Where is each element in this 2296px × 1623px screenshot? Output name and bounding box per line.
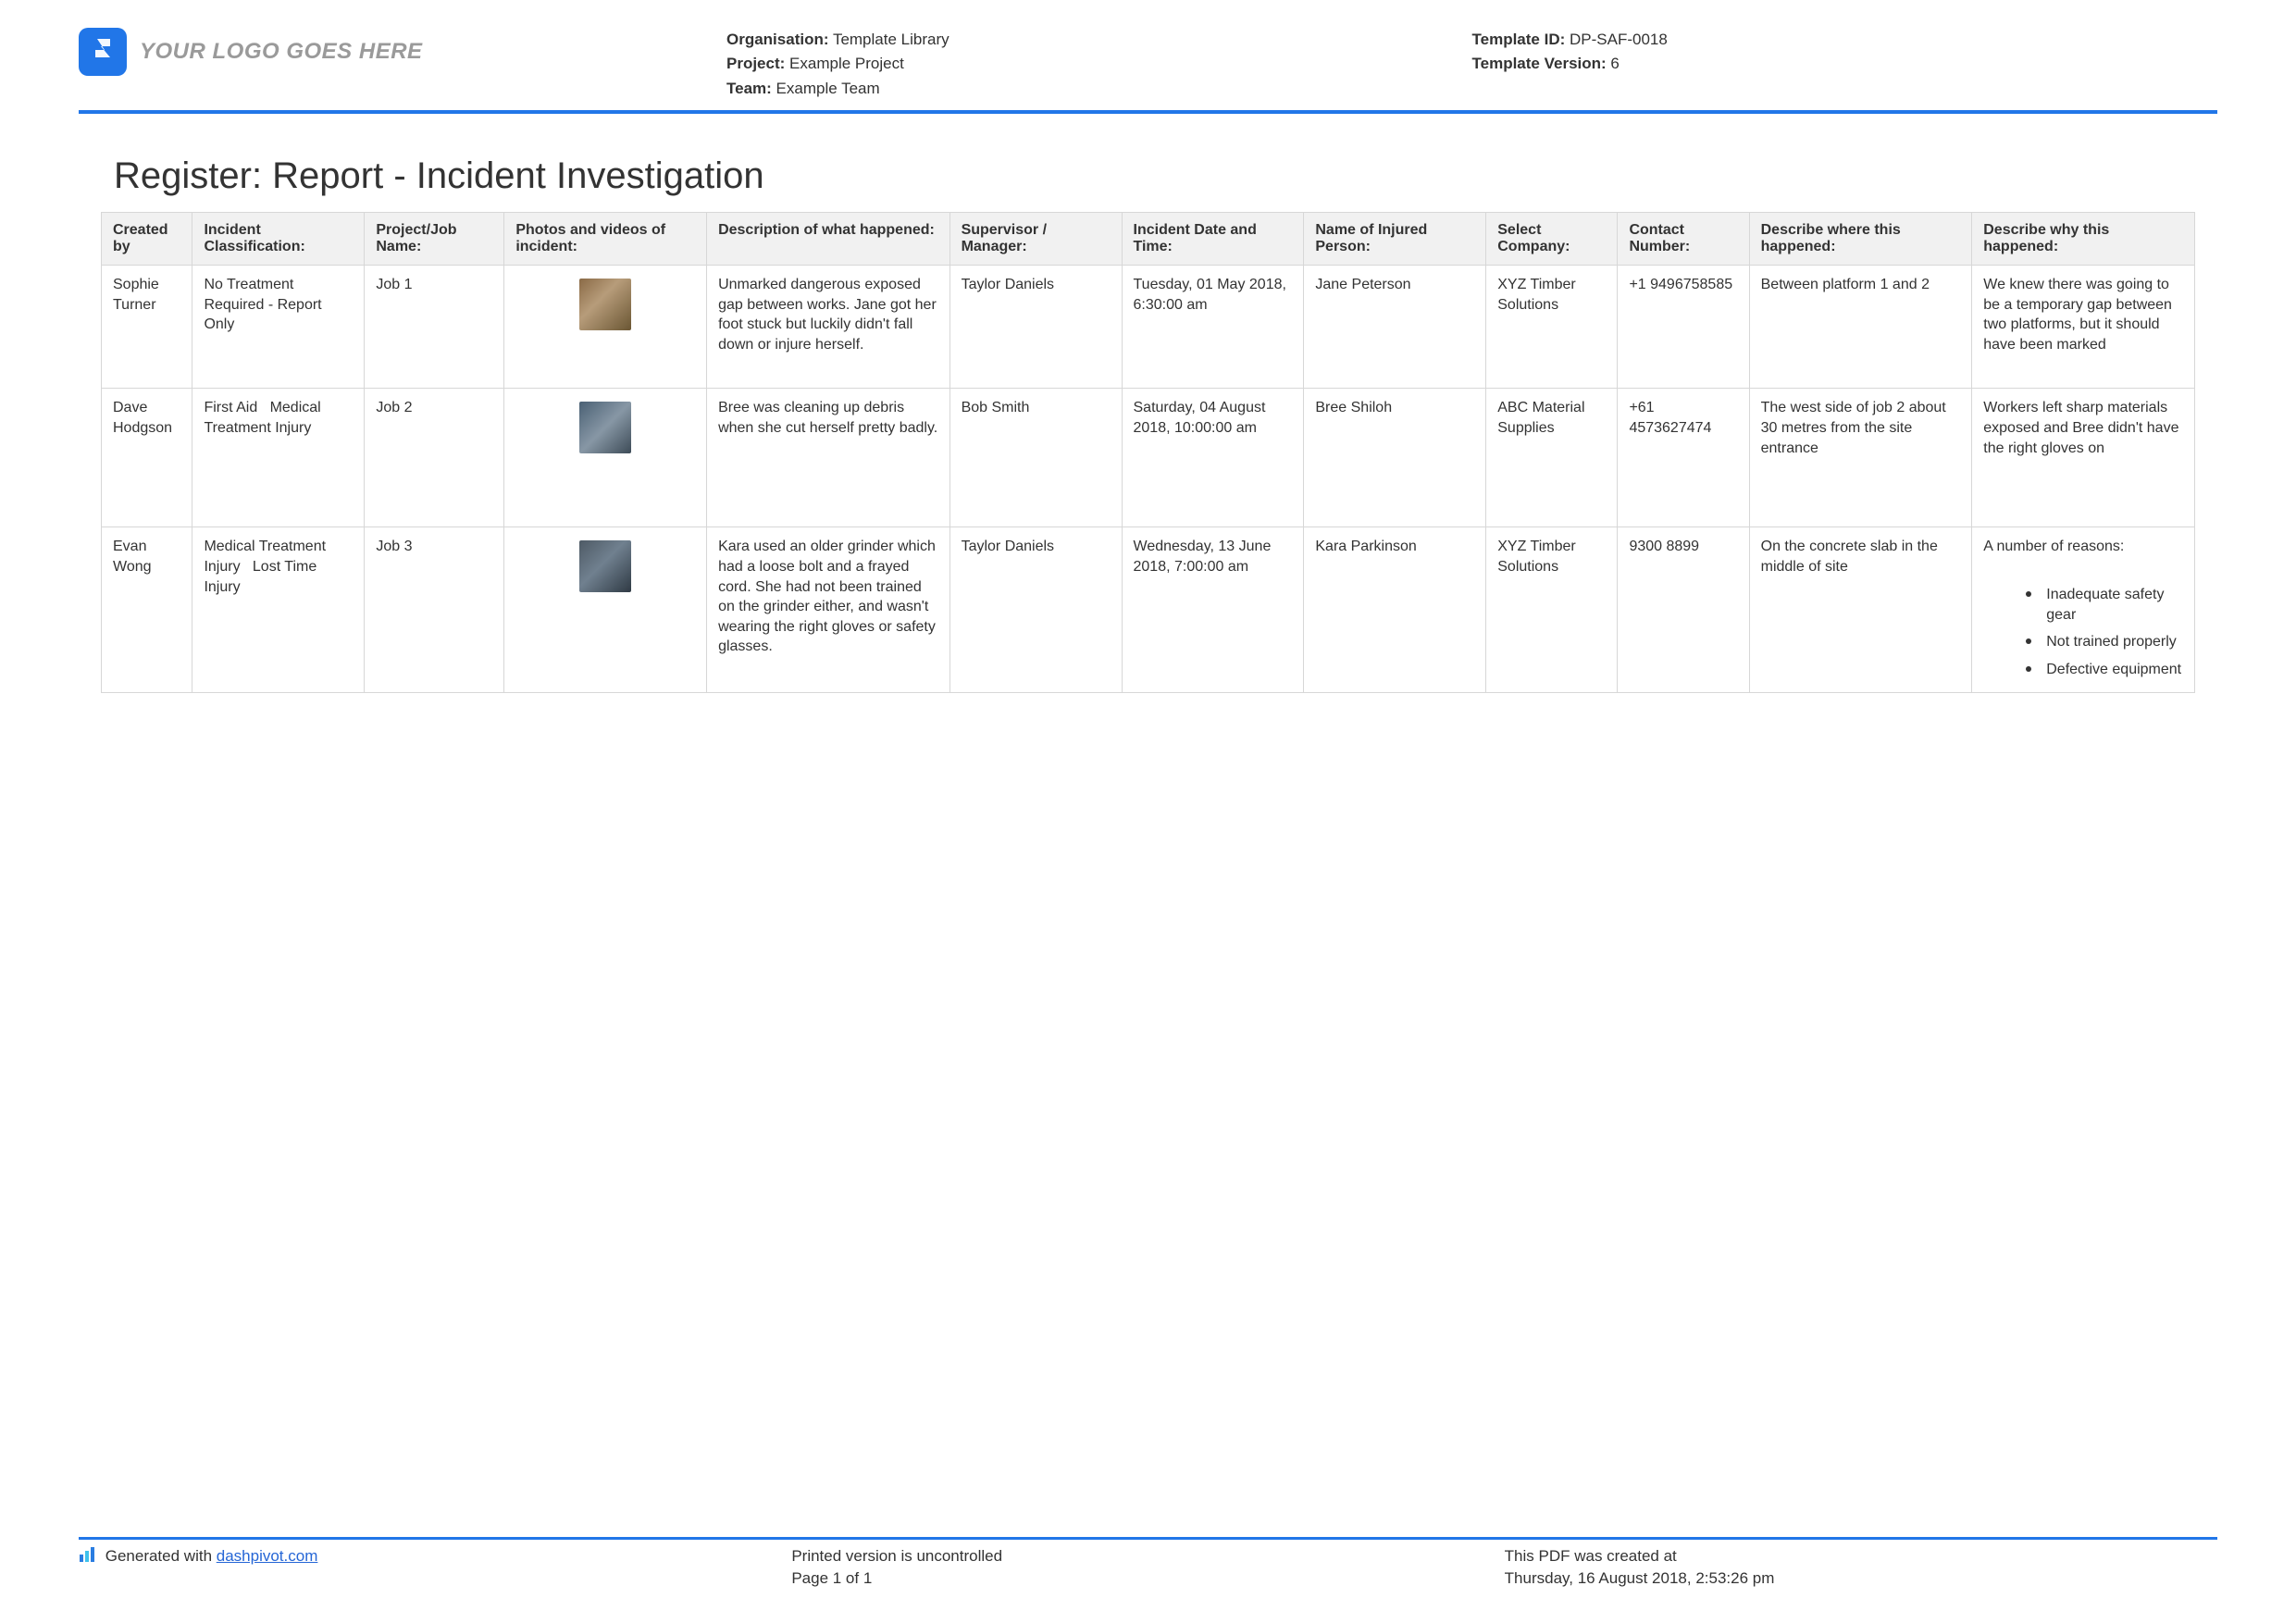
col-header: Describe why this happened: — [1972, 213, 2195, 266]
table-row: Dave HodgsonFirst Aid Medical Treatment … — [102, 389, 2195, 527]
col-header: Project/Job Name: — [365, 213, 504, 266]
table-cell: Bree was cleaning up debris when she cut… — [707, 389, 950, 527]
col-header: Photos and videos of incident: — [504, 213, 707, 266]
table-cell: Taylor Daniels — [949, 266, 1122, 389]
why-text: A number of reasons: — [1983, 537, 2183, 557]
table-cell: +61 4573627474 — [1618, 389, 1749, 527]
table-cell: Kara used an older grinder which had a l… — [707, 527, 950, 693]
table-cell: We knew there was going to be a temporar… — [1972, 266, 2195, 389]
project-value: Example Project — [789, 55, 904, 72]
table-cell: Sophie Turner — [102, 266, 192, 389]
org-label: Organisation: — [726, 31, 829, 48]
table-cell: Unmarked dangerous exposed gap between w… — [707, 266, 950, 389]
col-header: Supervisor / Manager: — [949, 213, 1122, 266]
dashpivot-link[interactable]: dashpivot.com — [217, 1547, 318, 1565]
col-header: Incident Date and Time: — [1122, 213, 1304, 266]
why-list: Inadequate safety gear Not trained proper… — [1983, 581, 2183, 679]
footer-right: This PDF was created at Thursday, 16 Aug… — [1505, 1545, 2217, 1590]
col-header: Contact Number: — [1618, 213, 1749, 266]
why-list-item: Defective equipment — [2042, 656, 2183, 680]
template-version-label: Template Version: — [1472, 55, 1607, 72]
incident-photo-thumb — [579, 402, 631, 453]
table-cell: First Aid Medical Treatment Injury — [192, 389, 365, 527]
generated-prefix: Generated with — [105, 1547, 217, 1565]
table-cell: Saturday, 04 August 2018, 10:00:00 am — [1122, 389, 1304, 527]
table-cell: Bree Shiloh — [1304, 389, 1486, 527]
table-cell: A number of reasons: Inadequate safety ge… — [1972, 527, 2195, 693]
table-cell: Kara Parkinson — [1304, 527, 1486, 693]
org-value: Template Library — [833, 31, 949, 48]
table-cell — [504, 266, 707, 389]
table-cell: Job 2 — [365, 389, 504, 527]
col-header: Select Company: — [1486, 213, 1618, 266]
template-id-value: DP-SAF-0018 — [1570, 31, 1668, 48]
why-text: We knew there was going to be a temporar… — [1983, 275, 2183, 354]
created-line2: Thursday, 16 August 2018, 2:53:26 pm — [1505, 1567, 2217, 1590]
table-cell: The west side of job 2 about 30 metres f… — [1749, 389, 1972, 527]
col-header: Description of what happened: — [707, 213, 950, 266]
table-cell: Tuesday, 01 May 2018, 6:30:00 am — [1122, 266, 1304, 389]
bar-chart-icon — [79, 1546, 95, 1569]
table-cell: XYZ Timber Solutions — [1486, 527, 1618, 693]
team-label: Team: — [726, 80, 772, 97]
document-footer: Generated with dashpivot.com Printed ver… — [79, 1537, 2217, 1590]
logo-icon — [79, 28, 127, 76]
col-header: Created by — [102, 213, 192, 266]
footer-left: Generated with dashpivot.com — [79, 1545, 791, 1590]
table-cell: Dave Hodgson — [102, 389, 192, 527]
incident-photo-thumb — [579, 540, 631, 592]
table-cell: Medical Treatment Injury Lost Time Injur… — [192, 527, 365, 693]
col-header: Name of Injured Person: — [1304, 213, 1486, 266]
meta-left: Organisation: Template Library Project: … — [726, 28, 1472, 101]
table-cell: No Treatment Required - Report Only — [192, 266, 365, 389]
table-cell: ABC Material Supplies — [1486, 389, 1618, 527]
table-cell: On the concrete slab in the middle of si… — [1749, 527, 1972, 693]
document-header: YOUR LOGO GOES HERE Organisation: Templa… — [79, 28, 2217, 114]
why-list-item: Not trained properly — [2042, 628, 2183, 652]
table-cell — [504, 527, 707, 693]
table-cell: Taylor Daniels — [949, 527, 1122, 693]
table-cell: Job 3 — [365, 527, 504, 693]
table-cell: Between platform 1 and 2 — [1749, 266, 1972, 389]
register-table: Created byIncident Classification:Projec… — [101, 212, 2195, 693]
table-cell: Bob Smith — [949, 389, 1122, 527]
why-list-item: Inadequate safety gear — [2042, 581, 2183, 625]
template-version-value: 6 — [1610, 55, 1619, 72]
team-value: Example Team — [776, 80, 880, 97]
table-header-row: Created byIncident Classification:Projec… — [102, 213, 2195, 266]
table-cell: Jane Peterson — [1304, 266, 1486, 389]
printed-line2: Page 1 of 1 — [791, 1567, 1504, 1590]
created-line1: This PDF was created at — [1505, 1545, 2217, 1567]
logo-block: YOUR LOGO GOES HERE — [79, 28, 726, 76]
printed-line1: Printed version is uncontrolled — [791, 1545, 1504, 1567]
project-label: Project: — [726, 55, 785, 72]
table-cell — [504, 389, 707, 527]
incident-photo-thumb — [579, 279, 631, 330]
template-id-label: Template ID: — [1472, 31, 1566, 48]
col-header: Incident Classification: — [192, 213, 365, 266]
table-cell: Wednesday, 13 June 2018, 7:00:00 am — [1122, 527, 1304, 693]
table-cell: Job 1 — [365, 266, 504, 389]
logo-text: YOUR LOGO GOES HERE — [140, 39, 423, 65]
table-cell: XYZ Timber Solutions — [1486, 266, 1618, 389]
footer-center: Printed version is uncontrolled Page 1 o… — [791, 1545, 1504, 1590]
table-cell: +1 9496758585 — [1618, 266, 1749, 389]
why-text: Workers left sharp materials exposed and… — [1983, 398, 2183, 458]
col-header: Describe where this happened: — [1749, 213, 1972, 266]
table-row: Sophie TurnerNo Treatment Required - Rep… — [102, 266, 2195, 389]
table-cell: Evan Wong — [102, 527, 192, 693]
table-cell: Workers left sharp materials exposed and… — [1972, 389, 2195, 527]
page-title: Register: Report - Incident Investigatio… — [114, 155, 2217, 197]
table-row: Evan WongMedical Treatment Injury Lost T… — [102, 527, 2195, 693]
meta-right: Template ID: DP-SAF-0018 Template Versio… — [1472, 28, 2218, 77]
table-cell: 9300 8899 — [1618, 527, 1749, 693]
